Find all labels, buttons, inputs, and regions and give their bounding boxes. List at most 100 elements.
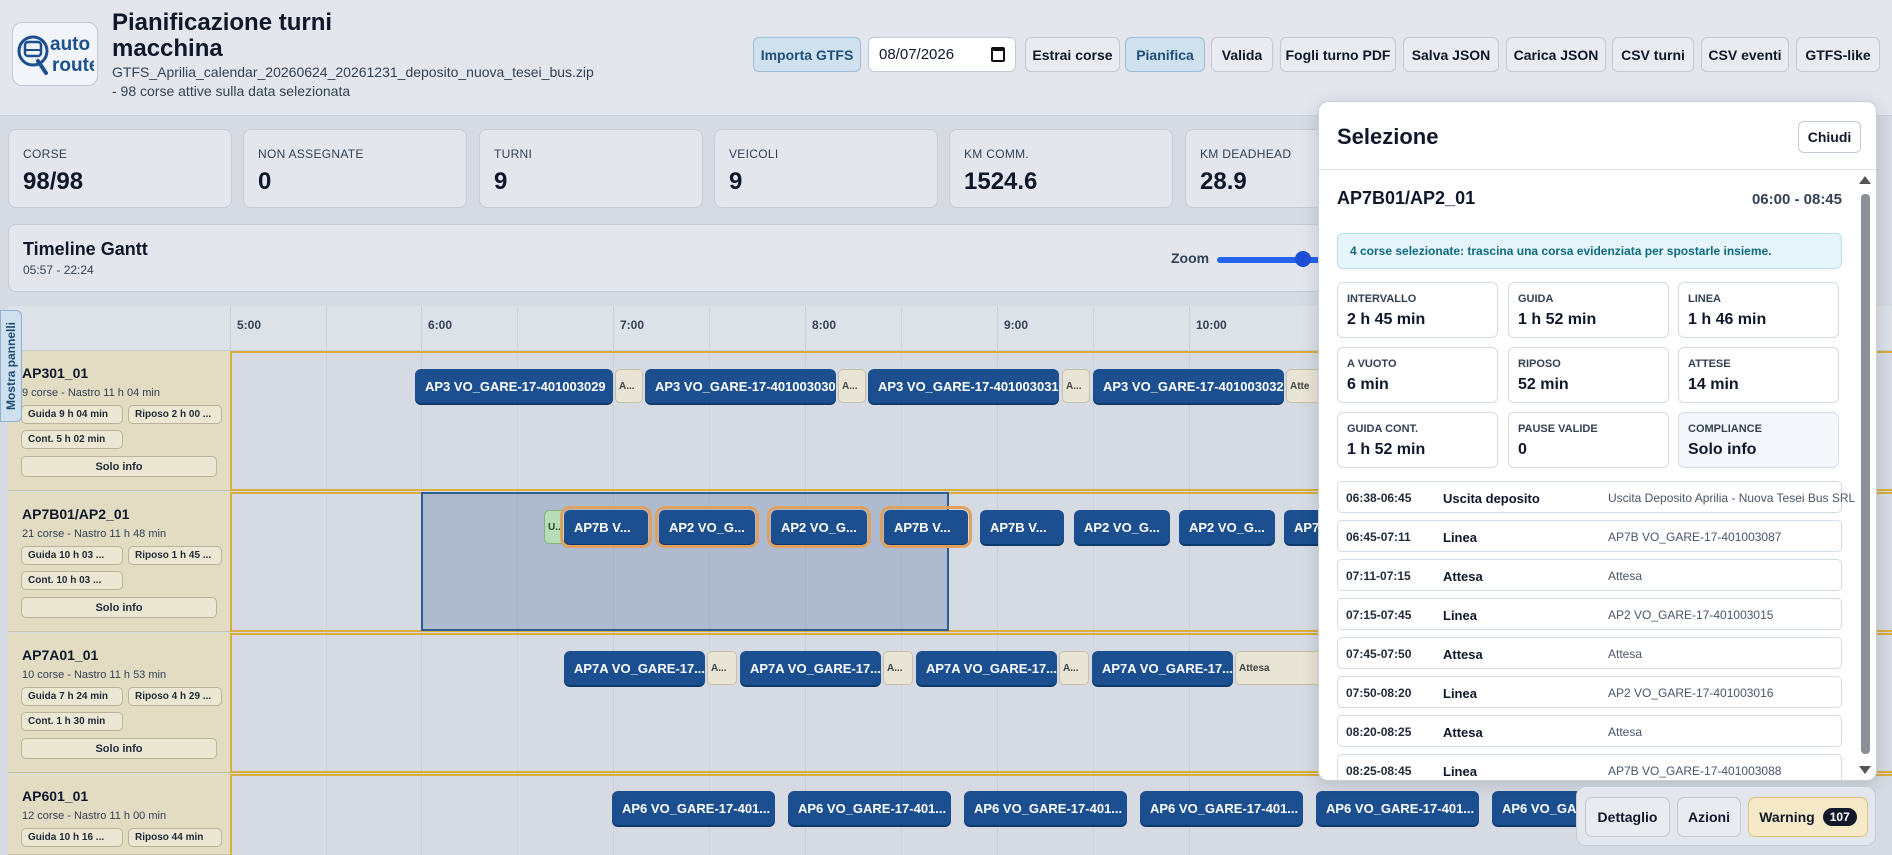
event-row[interactable]: 07:45-07:50 Attesa Attesa: [1337, 637, 1842, 669]
run-block[interactable]: AP7A VO_GARE-17...: [916, 651, 1057, 685]
save-json-button[interactable]: Salva JSON: [1403, 37, 1499, 72]
selected-shift-name: AP7B01/AP2_01: [1337, 188, 1476, 208]
metric-driving: GUIDA 1 h 52 min: [1508, 282, 1669, 338]
selected-run-block[interactable]: AP2 VO_G...: [767, 506, 871, 548]
selection-info-message: 4 corse selezionate: trascina una corsa …: [1337, 233, 1842, 269]
run-block[interactable]: AP6 VO_GARE-17-401...: [788, 791, 951, 825]
shift-summary: 12 corse - Nastro 11 h 00 min: [22, 810, 167, 822]
shift-row-label[interactable]: AP601_01 12 corse - Nastro 11 h 00 min G…: [8, 774, 230, 855]
solo-info-button[interactable]: Solo info: [21, 738, 217, 759]
event-kind: Linea: [1443, 764, 1477, 779]
event-kind: Linea: [1443, 686, 1477, 701]
run-block[interactable]: AP6 VO_GARE-17-401...: [964, 791, 1127, 825]
run-block[interactable]: AP7A VO_GARE-17...: [740, 651, 881, 685]
metric-value: 52 min: [1518, 376, 1569, 393]
event-row[interactable]: 07:50-08:20 Linea AP2 VO_GARE-17-401003016: [1337, 676, 1842, 708]
run-block[interactable]: AP3 VO_GARE-17-401003032: [1093, 369, 1284, 403]
selected-run-block[interactable]: AP7B V...: [880, 506, 972, 548]
riposo-chip: Riposo 2 h 00 ...: [128, 405, 222, 424]
run-block[interactable]: AP6 VO_GARE-17-401...: [1316, 791, 1479, 825]
metric-continuous-driving: GUIDA CONT. 1 h 52 min: [1337, 412, 1498, 468]
wait-block[interactable]: A...: [838, 369, 866, 403]
plan-button[interactable]: Pianifica: [1125, 37, 1205, 72]
actions-tab[interactable]: Azioni: [1677, 797, 1741, 837]
event-row[interactable]: 06:38-06:45 Uscita deposito Uscita Deposit…: [1337, 481, 1855, 513]
run-block[interactable]: AP7A VO_GARE-17...: [1092, 651, 1233, 685]
event-time: 08:20-08:25: [1346, 725, 1412, 739]
solo-info-button[interactable]: Solo info: [21, 597, 217, 618]
stat-card-unassigned: NON ASSEGNATE 0: [243, 129, 467, 208]
wait-block[interactable]: Attesa: [1235, 651, 1325, 685]
event-row[interactable]: 08:25-08:45 Linea AP7B VO_GARE-17-40100308…: [1337, 754, 1842, 780]
run-block[interactable]: AP2 VO_G...: [1074, 510, 1170, 544]
stat-card-shifts: TURNI 9: [479, 129, 703, 208]
stat-value: 28.9: [1200, 168, 1247, 195]
run-block[interactable]: AP6 VO_GARE-17-401...: [612, 791, 775, 825]
stat-value: 98/98: [23, 168, 84, 195]
run-block[interactable]: AP6 VO_GARE-17-401...: [1140, 791, 1303, 825]
event-time: 06:38-06:45: [1346, 491, 1412, 505]
stat-value: 1524.6: [964, 168, 1038, 195]
event-row[interactable]: 08:20-08:25 Attesa Attesa: [1337, 715, 1842, 747]
depot-exit-block[interactable]: U...: [544, 510, 566, 544]
warning-tab[interactable]: Warning 107: [1748, 797, 1868, 837]
close-button[interactable]: Chiudi: [1798, 121, 1861, 153]
metric-value: 0: [1518, 441, 1527, 458]
run-block[interactable]: AP3 VO_GARE-17-401003031: [868, 369, 1059, 403]
solo-info-button[interactable]: Solo info: [21, 456, 217, 477]
csv-shifts-button[interactable]: CSV turni: [1612, 37, 1694, 72]
stat-card-runs: CORSE 98/98: [8, 129, 232, 208]
date-input[interactable]: 08/07/2026: [868, 37, 1016, 72]
metric-valid-breaks: PAUSE VALIDE 0: [1508, 412, 1669, 468]
event-row[interactable]: 07:15-07:45 Linea AP2 VO_GARE-17-401003015: [1337, 598, 1842, 630]
wait-block[interactable]: A...: [615, 369, 643, 403]
shift-row-label[interactable]: AP301_01 9 corse - Nastro 11 h 04 min Gu…: [8, 351, 230, 491]
guida-chip: Guida 7 h 24 min: [21, 687, 123, 706]
event-desc: AP2 VO_GARE-17-401003016: [1608, 686, 1774, 700]
metric-label: LINEA: [1688, 293, 1721, 305]
guida-chip: Guida 10 h 03 ...: [21, 546, 123, 565]
wait-block[interactable]: A...: [707, 651, 737, 685]
shift-row-label[interactable]: AP7B01/AP2_01 21 corse - Nastro 11 h 48 …: [8, 492, 230, 632]
bus-logo-icon: auto route: [17, 34, 94, 76]
selected-run-block[interactable]: AP2 VO_G...: [655, 506, 759, 548]
run-block[interactable]: AP2 VO_G...: [1179, 510, 1275, 544]
stat-label: KM DEADHEAD: [1200, 147, 1292, 161]
event-row[interactable]: 06:45-07:11 Linea AP7B VO_GARE-17-40100308…: [1337, 520, 1842, 552]
gtfs-like-button[interactable]: GTFS-like: [1796, 37, 1880, 72]
run-block[interactable]: AP7B V...: [980, 510, 1064, 544]
run-block[interactable]: AP6 VO_GAR: [1492, 791, 1582, 825]
shift-name: AP301_01: [22, 365, 89, 381]
run-block[interactable]: AP7A VO_GARE-17...: [564, 651, 705, 685]
load-json-button[interactable]: Carica JSON: [1506, 37, 1606, 72]
calendar-icon[interactable]: [991, 47, 1005, 62]
validate-button[interactable]: Valida: [1211, 37, 1273, 72]
wait-block[interactable]: A...: [883, 651, 913, 685]
selected-run-block[interactable]: AP7B V...: [560, 506, 652, 548]
run-block[interactable]: AP3 VO_GARE-17-401003029: [415, 369, 613, 403]
extract-runs-button[interactable]: Estrai corse: [1025, 37, 1120, 72]
scroll-up-icon[interactable]: [1859, 176, 1871, 184]
import-gtfs-button[interactable]: Importa GTFS: [753, 37, 861, 72]
gtfs-file-name: GTFS_Aprilia_calendar_20260624_20261231_…: [112, 64, 594, 80]
event-desc: Attesa: [1608, 569, 1643, 583]
event-desc: AP2 VO_GARE-17-401003015: [1608, 608, 1774, 622]
run-block[interactable]: AP3 VO_GARE-17-401003030: [645, 369, 836, 403]
wait-block[interactable]: A...: [1059, 651, 1089, 685]
gantt-header: Timeline Gantt 05:57 - 22:24 Zoom: [8, 224, 1348, 292]
show-panels-tab[interactable]: Mostra pannelli: [0, 310, 22, 422]
shift-row-label[interactable]: AP7A01_01 10 corse - Nastro 11 h 53 min …: [8, 633, 230, 773]
csv-events-button[interactable]: CSV eventi: [1701, 37, 1789, 72]
scrollbar-thumb[interactable]: [1861, 194, 1870, 754]
pdf-sheets-button[interactable]: Fogli turno PDF: [1280, 37, 1396, 72]
event-desc: Uscita Deposito Aprilia - Nuova Tesei Bu…: [1608, 491, 1856, 505]
scroll-down-icon[interactable]: [1859, 766, 1871, 774]
event-kind: Attesa: [1443, 569, 1483, 584]
wait-block[interactable]: A...: [1062, 369, 1090, 403]
detail-tab[interactable]: Dettaglio: [1585, 797, 1670, 837]
metric-label: A VUOTO: [1347, 358, 1397, 370]
event-row[interactable]: 07:11-07:15 Attesa Attesa: [1337, 559, 1842, 591]
event-time: 06:45-07:11: [1346, 530, 1411, 544]
zoom-slider-thumb[interactable]: [1295, 251, 1311, 267]
metric-label: ATTESE: [1688, 358, 1731, 370]
